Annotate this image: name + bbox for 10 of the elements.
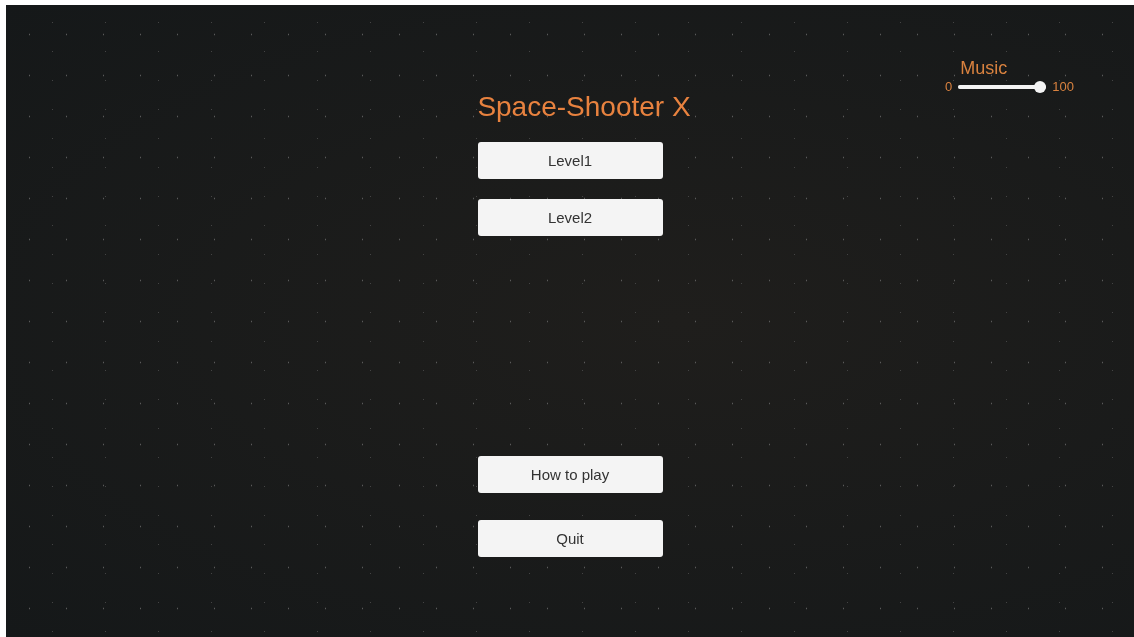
slider-min-label: 0: [945, 79, 953, 94]
game-title: Space-Shooter X: [477, 90, 691, 124]
menu-button[interactable]: Level1: [477, 142, 663, 179]
slider-handle[interactable]: [1034, 80, 1047, 93]
menu-button[interactable]: Level2: [477, 199, 663, 236]
menu-button[interactable]: Quit: [477, 520, 663, 557]
music-label: Music: [959, 57, 1009, 79]
menu-button[interactable]: How to play: [477, 456, 663, 493]
slider-max-label: 100: [1052, 79, 1074, 94]
music-slider[interactable]: [958, 80, 1047, 93]
